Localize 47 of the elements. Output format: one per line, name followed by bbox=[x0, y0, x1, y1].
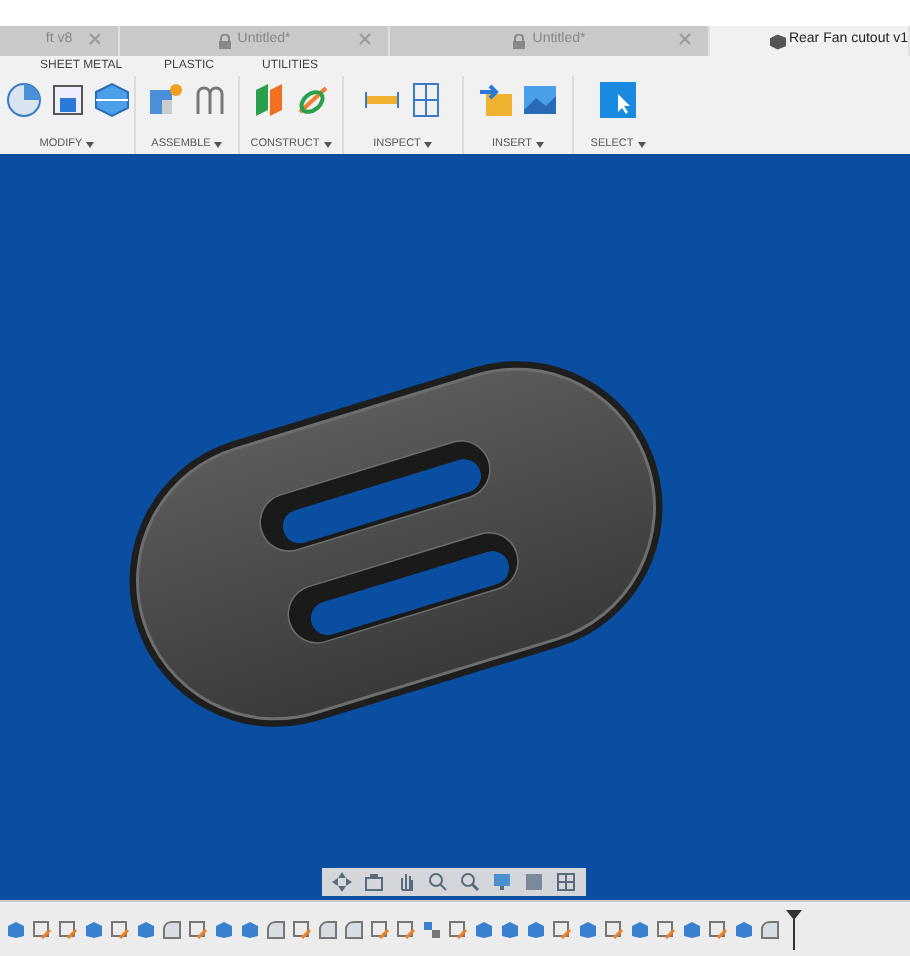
sketch-icon[interactable] bbox=[604, 919, 624, 939]
zoom-icon[interactable] bbox=[428, 872, 448, 892]
caret-icon bbox=[424, 141, 433, 148]
sketch-icon[interactable] bbox=[110, 919, 130, 939]
fillet-icon[interactable] bbox=[5, 82, 41, 118]
body-feature-icon[interactable] bbox=[6, 919, 26, 939]
sketch-icon[interactable] bbox=[188, 919, 208, 939]
sketch-icon[interactable] bbox=[32, 919, 52, 939]
viewport-canvas[interactable] bbox=[0, 154, 910, 900]
body-feature-icon[interactable] bbox=[630, 919, 650, 939]
sketch-icon[interactable] bbox=[396, 919, 416, 939]
sketch-icon[interactable] bbox=[552, 919, 572, 939]
sketch-icon[interactable] bbox=[656, 919, 676, 939]
body-feature-icon[interactable] bbox=[84, 919, 104, 939]
caret-icon bbox=[86, 141, 95, 148]
body-feature-icon[interactable] bbox=[578, 919, 598, 939]
fillet-feature-icon[interactable] bbox=[760, 919, 780, 939]
sketch-icon[interactable] bbox=[708, 919, 728, 939]
caret-icon bbox=[637, 141, 646, 148]
sketch-icon[interactable] bbox=[448, 919, 468, 939]
select-icon[interactable] bbox=[600, 82, 636, 118]
fillet-feature-icon[interactable] bbox=[162, 919, 182, 939]
body-feature-icon[interactable] bbox=[682, 919, 702, 939]
shell-icon[interactable] bbox=[93, 82, 129, 118]
axis-icon[interactable] bbox=[295, 82, 331, 118]
sketch-icon[interactable] bbox=[292, 919, 312, 939]
sketch-icon[interactable] bbox=[58, 919, 78, 939]
caret-icon bbox=[214, 141, 223, 148]
insert-derive-icon[interactable] bbox=[478, 82, 514, 118]
joint-feature-icon[interactable] bbox=[422, 919, 442, 939]
press-pull-icon[interactable] bbox=[49, 82, 85, 118]
image-icon[interactable] bbox=[522, 82, 558, 118]
viewports-icon[interactable] bbox=[556, 872, 576, 892]
sketch-icon[interactable] bbox=[370, 919, 390, 939]
new-component-icon[interactable] bbox=[147, 82, 183, 118]
caret-icon bbox=[323, 141, 332, 148]
fillet-feature-icon[interactable] bbox=[266, 919, 286, 939]
body-feature-icon[interactable] bbox=[136, 919, 156, 939]
offset-plane-icon[interactable] bbox=[251, 82, 287, 118]
caret-icon bbox=[536, 141, 545, 148]
body-feature-icon[interactable] bbox=[734, 919, 754, 939]
part-icon bbox=[770, 33, 787, 49]
zoom-window-icon[interactable] bbox=[460, 872, 480, 892]
section-icon[interactable] bbox=[407, 82, 443, 118]
timeline-marker-icon[interactable] bbox=[786, 909, 802, 949]
display-icon[interactable] bbox=[492, 872, 512, 892]
orbit-icon[interactable] bbox=[332, 872, 352, 892]
